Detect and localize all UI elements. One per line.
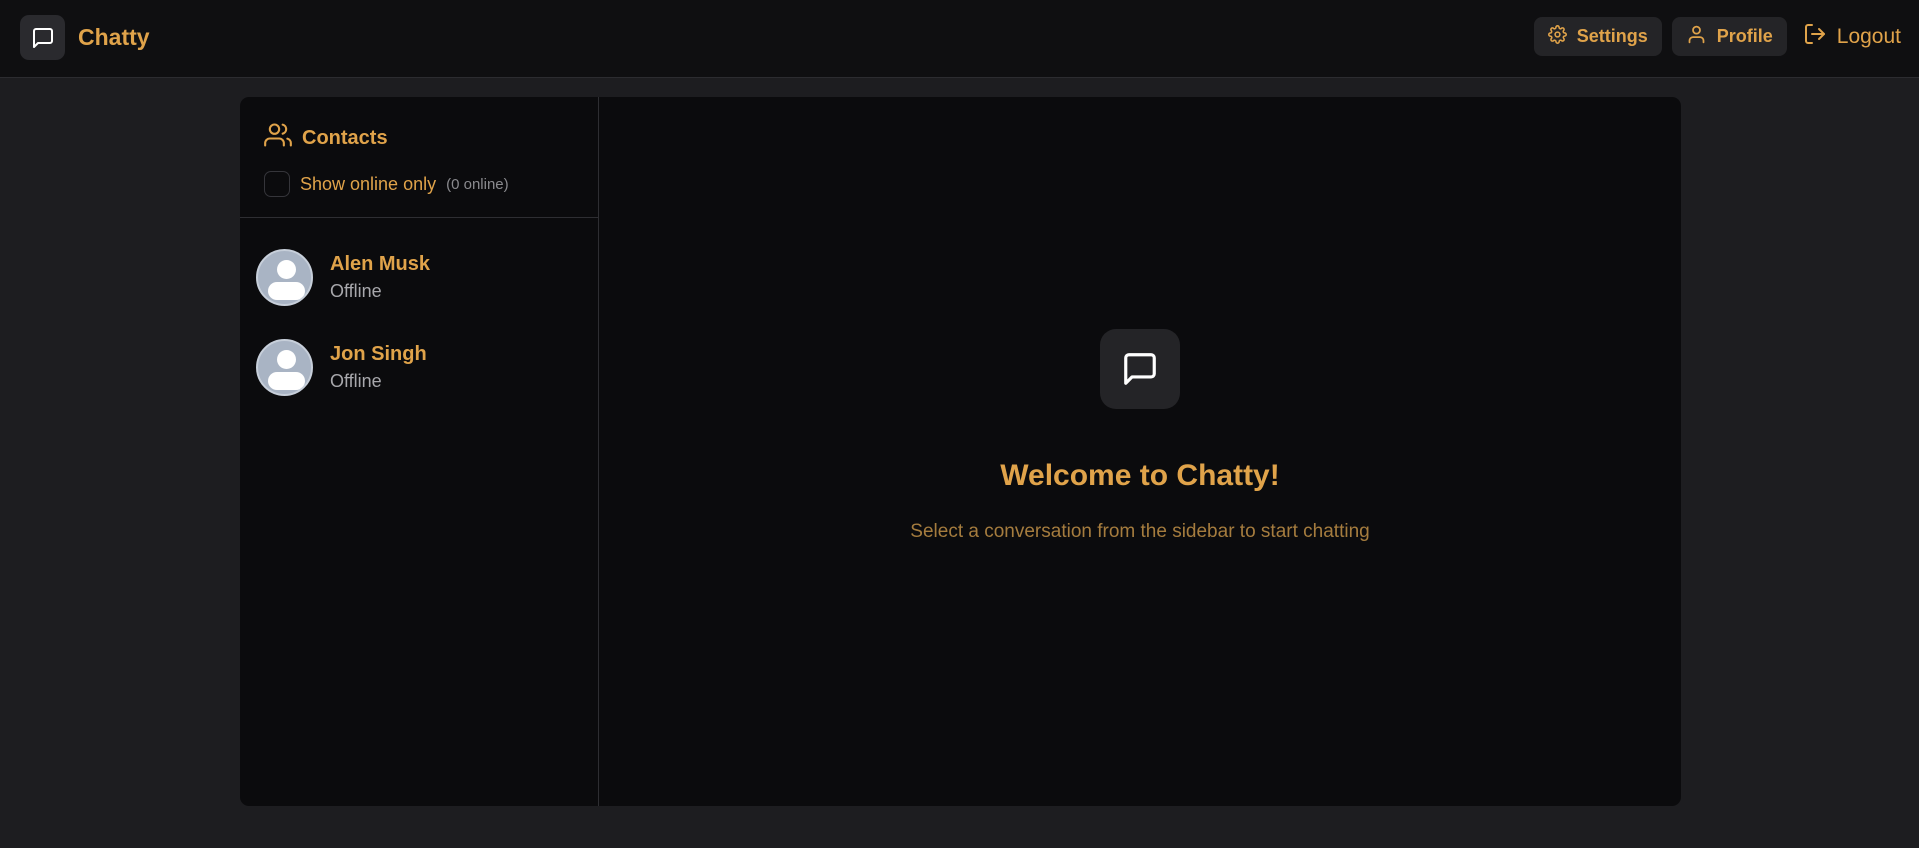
welcome-subtitle: Select a conversation from the sidebar t… — [910, 521, 1370, 542]
contact-status: Offline — [330, 281, 382, 301]
contact-item[interactable]: Alen Musk Offline — [240, 249, 598, 339]
brand-home-link[interactable]: Chatty — [20, 15, 150, 60]
gear-icon — [1547, 24, 1567, 49]
message-square-icon — [1100, 329, 1180, 409]
welcome-title: Welcome to Chatty! — [1000, 459, 1280, 492]
top-navbar: Chatty Settings Profile Logout — [0, 0, 1919, 78]
settings-button[interactable]: Settings — [1533, 17, 1662, 56]
contacts-sidebar: Contacts Show online only (0 online) Ale… — [240, 97, 599, 806]
message-square-icon — [20, 15, 65, 60]
contact-list: Alen Musk Offline Jon Singh Offline — [240, 218, 598, 429]
contacts-heading: Contacts — [264, 121, 598, 155]
contact-status: Offline — [330, 371, 382, 391]
logout-icon — [1803, 22, 1827, 52]
logout-button[interactable]: Logout — [1797, 17, 1907, 56]
brand-name: Chatty — [78, 24, 150, 50]
settings-label: Settings — [1576, 26, 1648, 46]
header-nav: Settings Profile Logout — [1533, 17, 1907, 56]
profile-label: Profile — [1716, 26, 1773, 46]
sidebar-header: Contacts Show online only (0 online) — [240, 97, 598, 218]
show-online-label[interactable]: Show online only — [300, 174, 436, 195]
profile-button[interactable]: Profile — [1671, 17, 1787, 56]
contact-name: Jon Singh — [330, 343, 427, 365]
logout-label: Logout — [1836, 24, 1901, 48]
online-filter: Show online only (0 online) — [264, 171, 598, 197]
contact-item[interactable]: Jon Singh Offline — [240, 339, 598, 429]
user-icon — [1686, 24, 1707, 50]
users-icon — [264, 121, 292, 155]
online-count: (0 online) — [446, 175, 509, 193]
show-online-checkbox[interactable] — [264, 171, 290, 197]
avatar — [256, 249, 313, 306]
welcome-screen: Welcome to Chatty! Select a conversation… — [599, 329, 1681, 543]
avatar — [256, 339, 313, 396]
chat-panel: Contacts Show online only (0 online) Ale… — [240, 97, 1681, 806]
contact-name: Alen Musk — [330, 253, 431, 275]
contacts-title: Contacts — [302, 126, 388, 149]
chat-area: Welcome to Chatty! Select a conversation… — [599, 97, 1681, 806]
